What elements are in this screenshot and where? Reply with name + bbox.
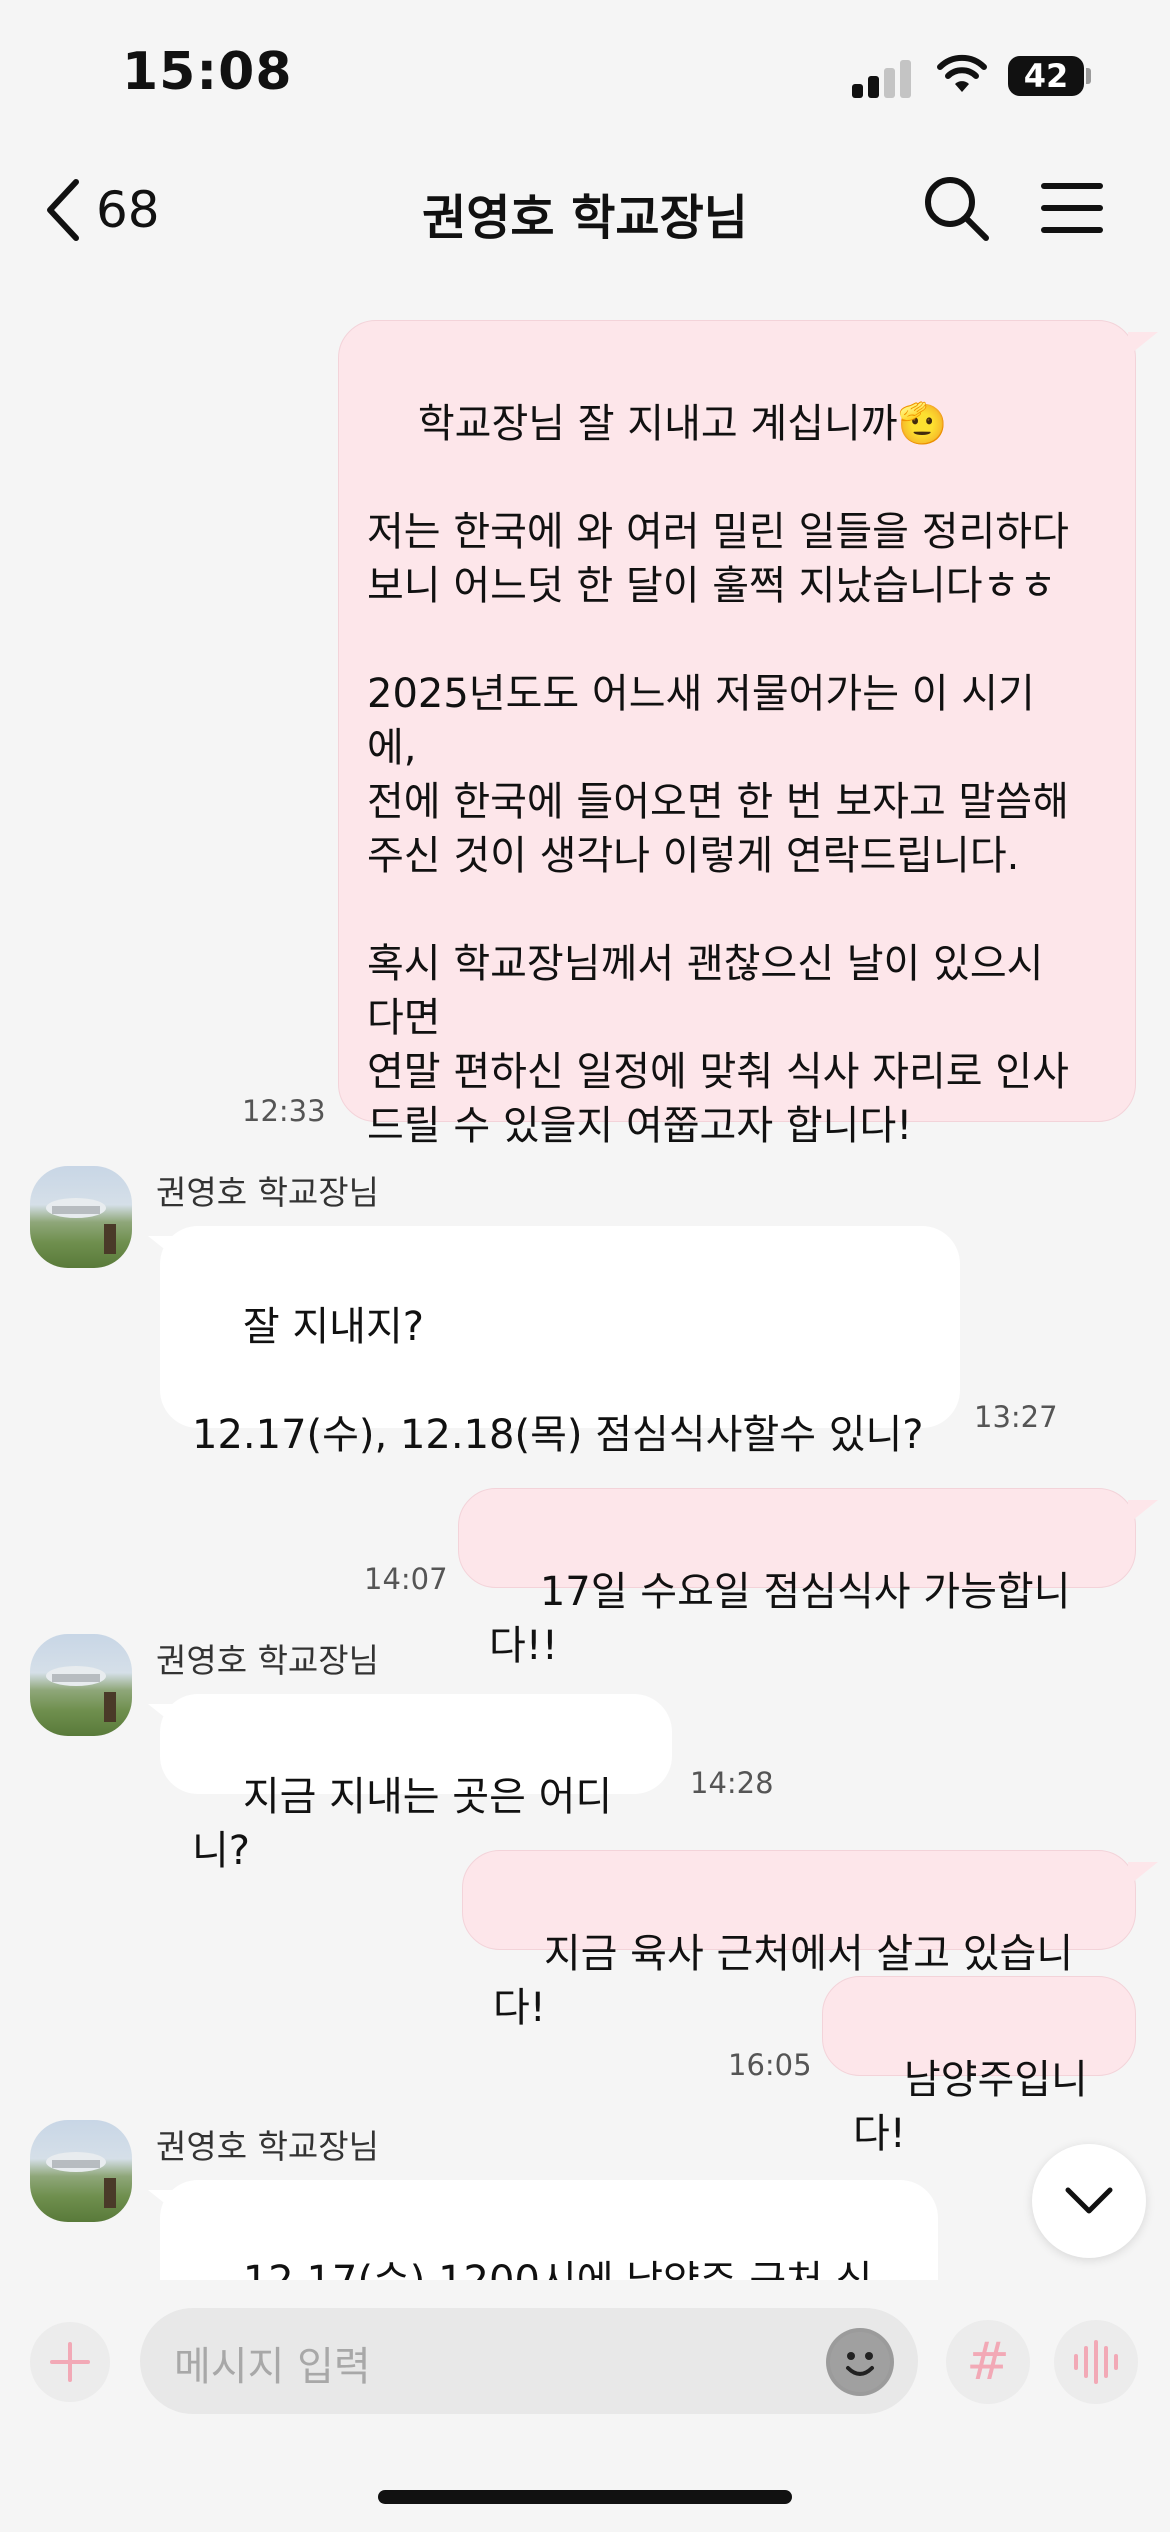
message-time: 16:05: [728, 2048, 812, 2082]
message-bubble-received[interactable]: 잘 지내지? 12.17(수), 12.18(목) 점심식사할수 있니?: [160, 1226, 960, 1458]
hash-icon: #: [966, 2332, 1010, 2392]
avatar[interactable]: [30, 1634, 132, 1736]
message-time: 14:28: [690, 1766, 774, 1800]
plus-icon: [50, 2342, 90, 2382]
battery-icon: 42: [1008, 56, 1084, 96]
status-time: 15:08: [122, 42, 293, 102]
home-indicator: [378, 2490, 792, 2504]
input-placeholder: 메시지 입력: [174, 2344, 371, 2390]
voice-wave-icon: [1074, 2340, 1118, 2384]
bubble-tail: [1128, 332, 1158, 356]
cellular-signal-icon: [852, 58, 912, 98]
message-bubble-sent[interactable]: 학교장님 잘 지내고 계십니까🫡 저는 한국에 와 여러 밀린 일들을 정리하다…: [338, 320, 1136, 1149]
chat-header: 68 권영호 학교장님: [0, 150, 1170, 270]
status-bar: 15:08 42: [0, 0, 1170, 150]
avatar-image: [46, 1198, 116, 1254]
chevron-down-icon: [1065, 2187, 1113, 2214]
avatar[interactable]: [30, 2120, 132, 2222]
message-bubble-received[interactable]: 지금 지내는 곳은 어디니?: [160, 1694, 672, 1874]
message-text: 잘 지내지? 12.17(수), 12.18(목) 점심식사할수 있니?: [192, 1304, 924, 1458]
hamburger-menu-icon[interactable]: [1040, 178, 1104, 238]
message-bubble-sent[interactable]: 17일 수요일 점심식사 가능합니다!!: [458, 1488, 1136, 1669]
message-text: 학교장님 잘 지내고 계십니까🫡 저는 한국에 와 여러 밀린 일들을 정리하다…: [367, 401, 1069, 1149]
battery-nub: [1086, 68, 1091, 84]
voice-button[interactable]: [1054, 2320, 1138, 2404]
sender-name: 권영호 학교장님: [156, 1173, 380, 1212]
chat-messages[interactable]: 학교장님 잘 지내고 계십니까🫡 저는 한국에 와 여러 밀린 일들을 정리하다…: [0, 290, 1170, 2280]
emoji-icon: [830, 2332, 890, 2392]
avatar-image: [46, 1666, 116, 1722]
message-time: 12:33: [242, 1094, 326, 1128]
avatar[interactable]: [30, 1166, 132, 1268]
sender-name: 권영호 학교장님: [156, 1641, 380, 1680]
avatar-image: [46, 2152, 116, 2208]
wifi-icon: [937, 54, 987, 92]
message-time: 14:07: [364, 1562, 448, 1596]
message-input[interactable]: 메시지 입력: [140, 2308, 918, 2414]
message-bubble-received[interactable]: 12.17(수) 1200시에 남양주 근처 식당에 서 보면 되겠네: [160, 2180, 938, 2280]
message-text: 17일 수요일 점심식사 가능합니다!!: [489, 1569, 1071, 1669]
input-bar: 메시지 입력 #: [0, 2284, 1170, 2532]
message-time: 13:27: [974, 1400, 1058, 1434]
message-bubble-sent[interactable]: 남양주입니다!: [822, 1976, 1136, 2157]
chat-title: 권영호 학교장님: [422, 190, 748, 246]
attach-button[interactable]: [30, 2322, 110, 2402]
search-icon[interactable]: [920, 172, 992, 244]
message-text: 12.17(수) 1200시에 남양주 근처 식당에 서 보면 되겠네: [192, 2258, 873, 2280]
hash-button[interactable]: #: [946, 2320, 1030, 2404]
message-bubble-sent[interactable]: 지금 육사 근처에서 살고 있습니다!: [462, 1850, 1136, 2031]
sender-name: 권영호 학교장님: [156, 2127, 380, 2166]
emoji-button[interactable]: [826, 2328, 894, 2396]
message-text: 남양주입니다!: [853, 2057, 1088, 2157]
scroll-to-bottom-button[interactable]: [1032, 2144, 1146, 2258]
